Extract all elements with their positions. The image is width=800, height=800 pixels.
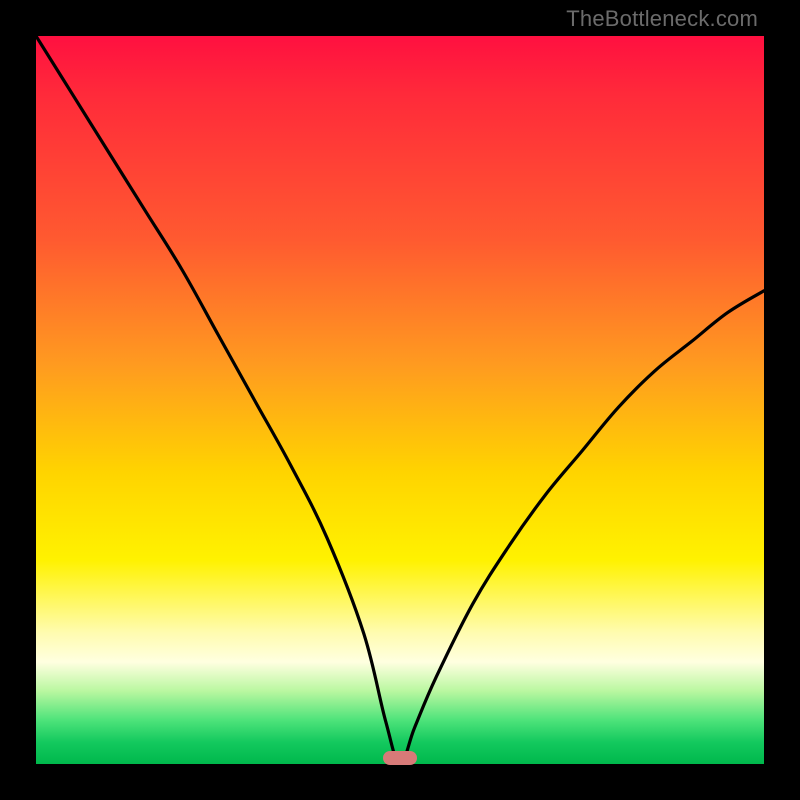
chart-frame: TheBottleneck.com xyxy=(0,0,800,800)
watermark-text: TheBottleneck.com xyxy=(566,6,758,32)
plot-area xyxy=(36,36,764,764)
bottleneck-curve xyxy=(36,36,764,764)
optimal-marker xyxy=(383,751,417,765)
